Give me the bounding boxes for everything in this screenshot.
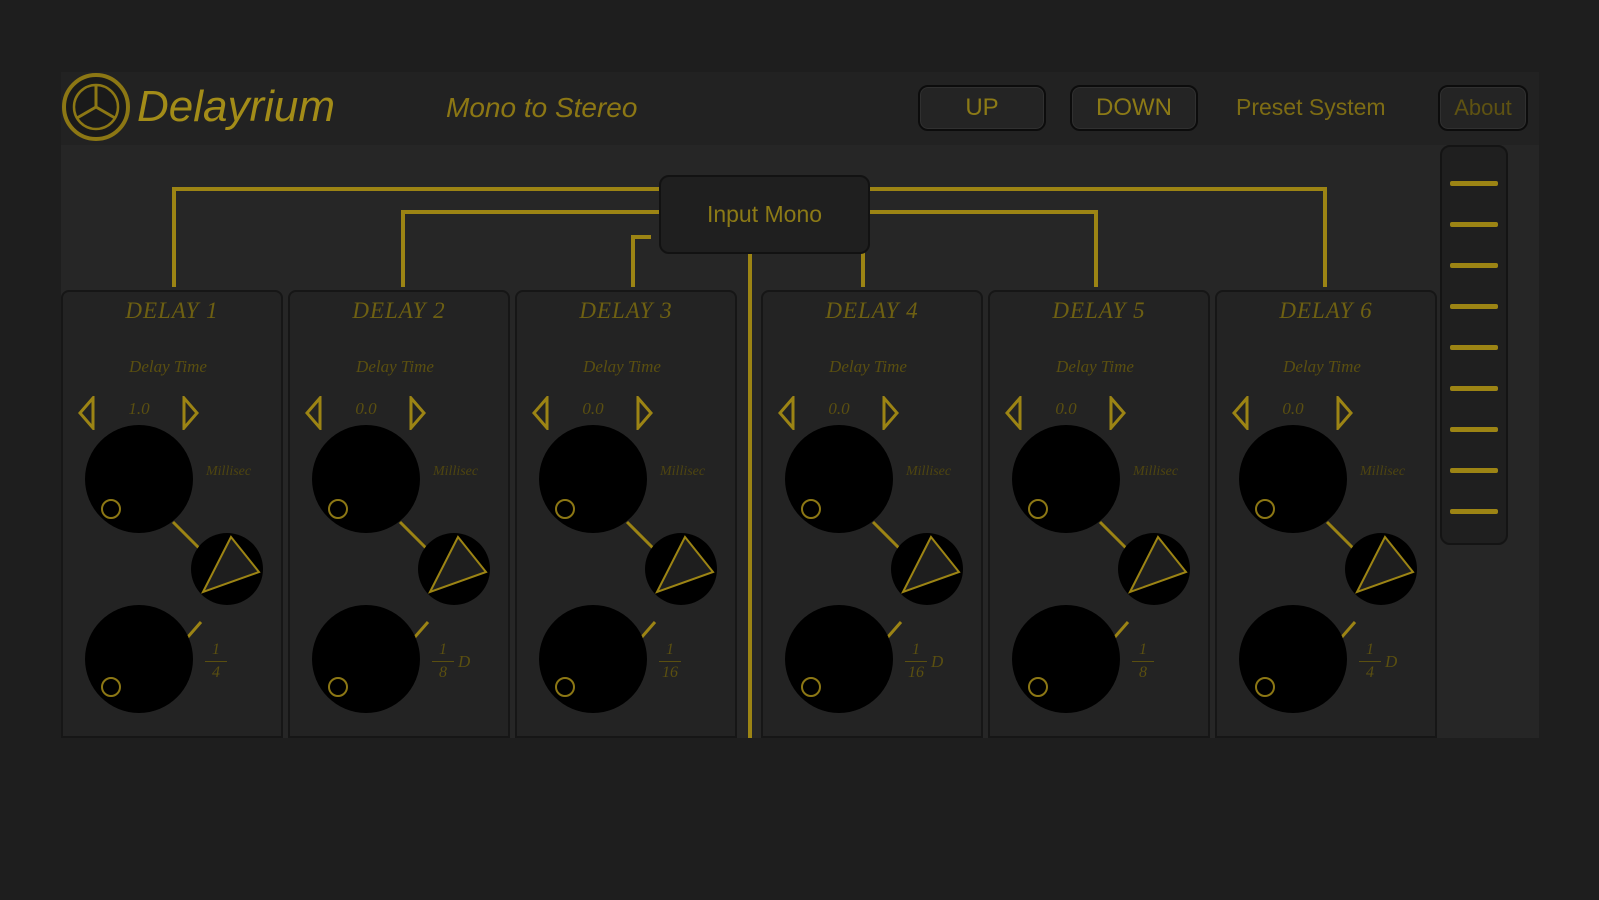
panel-title: DELAY 5 (1052, 298, 1146, 323)
delay-panel-6: DELAY 6 Delay Time 0.0 Millisec 14 D (1215, 290, 1437, 738)
knob-group (85, 425, 263, 713)
panel-title: DELAY 2 (352, 298, 446, 323)
panel-title: DELAY 3 (579, 298, 673, 323)
knob-group (312, 425, 490, 713)
millisec-label: Millisec (1133, 464, 1179, 479)
dotted-indicator: D (458, 652, 471, 671)
delay-panel-5: DELAY 5 Delay Time 0.0 Millisec 18 (988, 290, 1210, 738)
knob-group (1239, 425, 1417, 713)
millisec-knob[interactable] (312, 425, 420, 533)
knob-group (539, 425, 717, 713)
connector-line (171, 520, 203, 552)
scroll-line-icon (1450, 427, 1498, 432)
scroll-line-icon (1450, 509, 1498, 514)
delay-time-label: Delay Time (356, 357, 434, 376)
dotted-indicator: D (1385, 652, 1398, 671)
scroll-line-icon (1450, 263, 1498, 268)
millisec-knob[interactable] (785, 425, 893, 533)
knob-group (1012, 425, 1190, 713)
scroll-line-icon (1450, 181, 1498, 186)
delay-panel-4: DELAY 4 Delay Time 0.0 Millisec 1 16 D (761, 290, 983, 738)
note-fraction: 18 (432, 642, 454, 681)
scroll-line-icon (1450, 468, 1498, 473)
millisec-label: Millisec (206, 464, 252, 479)
note-knob[interactable] (539, 605, 647, 713)
scroll-line-icon (1450, 345, 1498, 350)
panel-title: DELAY 1 (125, 298, 219, 323)
note-knob[interactable] (1012, 605, 1120, 713)
delay-time-label: Delay Time (829, 357, 907, 376)
note-knob[interactable] (85, 605, 193, 713)
scroll-line-icon (1450, 304, 1498, 309)
delay-time-value: 0.0 (828, 399, 850, 418)
scroll-line-icon (1450, 222, 1498, 227)
note-knob[interactable] (1239, 605, 1347, 713)
note-fraction: 14 (1359, 642, 1381, 681)
note-fraction: 1 16 (905, 642, 927, 681)
millisec-label: Millisec (660, 464, 706, 479)
side-scroll-control[interactable] (1440, 145, 1508, 545)
millisec-knob[interactable] (539, 425, 647, 533)
delay-time-label: Delay Time (1056, 357, 1134, 376)
delay-time-label: Delay Time (129, 357, 207, 376)
note-knob[interactable] (312, 605, 420, 713)
note-fraction: 18 (1132, 642, 1154, 681)
delay-time-value: 0.0 (1055, 399, 1077, 418)
knob-group (785, 425, 963, 713)
millisec-label: Millisec (433, 464, 479, 479)
dotted-indicator: D (931, 652, 944, 671)
delay-time-value: 1.0 (128, 399, 150, 418)
note-fraction: 1 16 (659, 642, 681, 681)
delay-time-value: 0.0 (355, 399, 377, 418)
delay-panel-3: DELAY 3 Delay Time 0.0 Millisec 1 16 (515, 290, 737, 738)
note-knob[interactable] (785, 605, 893, 713)
delay-panel-1: DELAY 1 Delay Time 1.0 Millisec 14 (61, 290, 283, 738)
millisec-knob[interactable] (1239, 425, 1347, 533)
millisec-label: Millisec (906, 464, 952, 479)
delay-time-value: 0.0 (582, 399, 604, 418)
millisec-label: Millisec (1360, 464, 1406, 479)
delay-time-label: Delay Time (1283, 357, 1361, 376)
delay-time-value: 0.0 (1282, 399, 1304, 418)
millisec-knob[interactable] (85, 425, 193, 533)
plugin-window: Delayrium Mono to Stereo UP DOWN Preset … (61, 72, 1539, 738)
note-fraction: 14 (205, 642, 227, 681)
delay-time-label: Delay Time (583, 357, 661, 376)
panel-title: DELAY 4 (825, 298, 919, 323)
scroll-line-icon (1450, 386, 1498, 391)
panel-title: DELAY 6 (1279, 298, 1373, 323)
delay-panel-2: DELAY 2 Delay Time 0.0 Millisec 18 D (288, 290, 510, 738)
input-mono-box: Input Mono (659, 175, 870, 254)
millisec-knob[interactable] (1012, 425, 1120, 533)
